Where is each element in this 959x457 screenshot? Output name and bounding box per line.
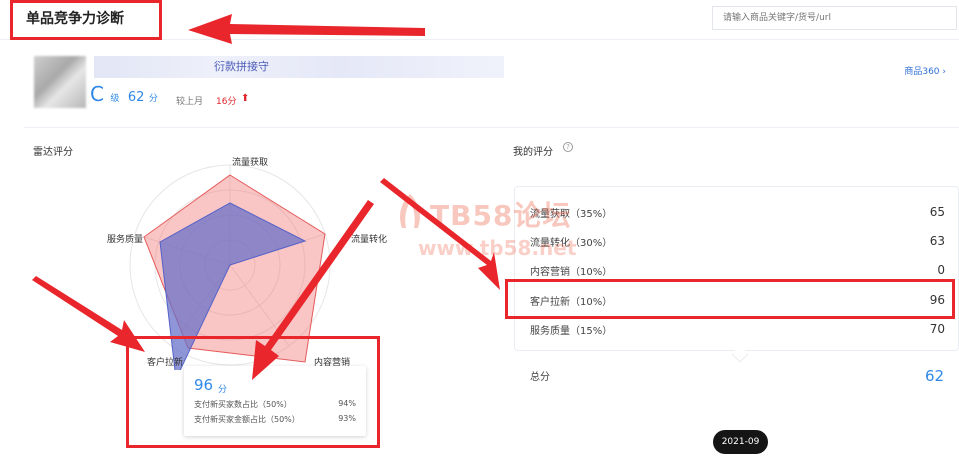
product-name[interactable]: 衍款拼接守 bbox=[94, 56, 504, 78]
radar-axis-label: 流量获取 bbox=[232, 158, 269, 168]
section-divider bbox=[24, 127, 959, 128]
search-box[interactable] bbox=[712, 6, 957, 30]
grade-score-unit: 分 bbox=[148, 94, 158, 104]
grade-display: C 级 62 分 bbox=[90, 82, 158, 106]
score-row-value: 65 bbox=[929, 205, 945, 219]
grade-score: 62 bbox=[127, 90, 145, 105]
product-360-link[interactable]: 商品360 › bbox=[904, 64, 946, 77]
help-icon[interactable]: ? bbox=[563, 142, 573, 152]
total-score-value: 62 bbox=[925, 367, 945, 385]
score-row: 流量获取（35%） 65 bbox=[530, 205, 945, 223]
grade-suffix: 级 bbox=[110, 94, 120, 104]
arrow-up-icon: ⬆ bbox=[241, 93, 250, 104]
score-row-label: 服务质量（15%） bbox=[530, 326, 613, 337]
score-row: 流量转化（30%） 63 bbox=[530, 234, 945, 252]
score-row-label: 内容营销（10%） bbox=[530, 267, 613, 278]
total-score-label: 总分 bbox=[530, 372, 550, 383]
compare-value: 16分 bbox=[216, 97, 237, 107]
radar-axis-label: 服务质量 bbox=[107, 235, 144, 245]
watermark-logo-icon bbox=[400, 194, 420, 228]
product-summary: 衍款拼接守 C 级 62 分 较上月 16分 ⬆ 商品360 › bbox=[24, 52, 954, 120]
compare-label: 较上月 bbox=[176, 97, 204, 107]
annotation-box-title bbox=[10, 0, 162, 40]
score-row: 服务质量（15%） 70 bbox=[530, 322, 945, 340]
grade-letter: C bbox=[90, 82, 104, 106]
watermark-url: www.tb58.net bbox=[418, 236, 577, 260]
date-pill[interactable]: 2021-09 bbox=[713, 430, 768, 454]
annotation-box-row bbox=[505, 279, 955, 319]
watermark-text: TB58论坛 bbox=[430, 199, 572, 232]
search-input[interactable] bbox=[713, 7, 956, 29]
my-score-title: 我的评分 bbox=[513, 147, 553, 158]
radar-axis-label: 流量转化 bbox=[351, 235, 388, 245]
score-row-value: 0 bbox=[937, 263, 945, 277]
annotation-box-tooltip bbox=[126, 336, 380, 448]
product-thumbnail[interactable] bbox=[34, 56, 86, 108]
radar-title: 雷达评分 bbox=[33, 147, 73, 158]
score-row-value: 63 bbox=[929, 234, 945, 248]
score-row-value: 70 bbox=[929, 322, 945, 336]
